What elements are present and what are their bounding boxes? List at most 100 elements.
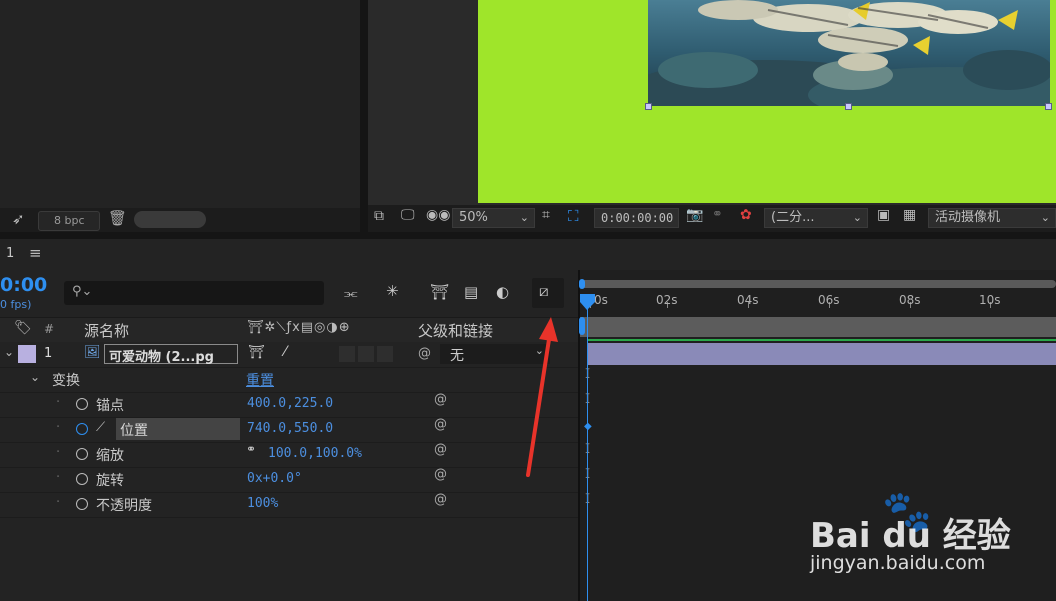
layer-row[interactable]: ⌄ 1 🖼 可爱动物 (2...pg ⛩ ⁄ @ 无 ⌄ xyxy=(0,342,578,368)
search-icon: ⚲⌄ xyxy=(72,284,93,299)
resolution-value: (二分... xyxy=(771,210,815,225)
zoom-select[interactable]: 50% ⌄ xyxy=(452,208,535,228)
property-row-anchor[interactable]: · 锚点 400.0,225.0 @ xyxy=(0,392,578,418)
layer-columns-header: 🏷 # 源名称 ⛩✲⟍ƒx▤◎◑⊕ 父级和链接 xyxy=(0,317,578,343)
property-row-position[interactable]: · ⟋ 位置 740.0,550.0 @ xyxy=(0,417,578,443)
flowchart-icon[interactable]: ➶ xyxy=(12,210,25,228)
quality-switch-icon[interactable]: ⁄ xyxy=(284,344,286,360)
label-tag-icon[interactable]: 🏷 xyxy=(14,320,32,336)
time-ruler[interactable]: 0s 02s 04s 06s 08s 10s xyxy=(580,288,1056,316)
show-snapshot-icon[interactable]: ⚭ xyxy=(712,207,723,222)
stopwatch-icon-active[interactable] xyxy=(76,423,88,435)
ruler-label: 02s xyxy=(656,293,678,307)
col-parent-link[interactable]: 父级和链接 xyxy=(418,320,493,341)
bpc-button[interactable]: 8 bpc xyxy=(38,211,100,231)
monitor-icon[interactable]: 🖵 xyxy=(401,207,415,223)
layer-color-label[interactable] xyxy=(18,345,36,363)
property-row-opacity[interactable]: · 不透明度 100% @ xyxy=(0,492,578,518)
col-source-name[interactable]: 源名称 xyxy=(84,320,129,341)
pickwhip-icon[interactable]: @ xyxy=(434,442,447,457)
property-name: 位置 xyxy=(120,423,148,439)
graph-editor-button[interactable]: ⧄ xyxy=(532,278,564,308)
property-name: 旋转 xyxy=(96,473,124,489)
layer-duration-bar[interactable] xyxy=(588,343,1056,365)
work-area-start[interactable] xyxy=(579,279,585,289)
always-preview-icon[interactable]: ⧉ xyxy=(374,208,384,224)
switch-box[interactable] xyxy=(377,346,393,362)
fast-preview-icon[interactable]: ▣ xyxy=(877,207,890,223)
resolution-select[interactable]: (二分... ⌄ xyxy=(764,208,868,228)
baidu-watermark: 🐾 Bai du 经验 jingyan.baidu.com xyxy=(810,488,1056,578)
property-value[interactable]: 100.0,100.0% xyxy=(268,446,362,461)
transform-reset-link[interactable]: 重置 xyxy=(246,370,274,390)
project-scrollbar[interactable] xyxy=(134,211,206,228)
parent-value: 无 xyxy=(450,348,464,364)
property-value[interactable]: 0x+0.0° xyxy=(247,471,302,486)
property-row-rotation[interactable]: · 旋转 0x+0.0° @ xyxy=(0,467,578,493)
mask-icon[interactable]: ◉◉ xyxy=(426,207,450,223)
region-of-interest-icon[interactable]: ⛶ xyxy=(568,207,579,225)
ruler-label: 10s xyxy=(979,293,1001,307)
color-channels-icon[interactable]: ✿ xyxy=(740,207,752,223)
shy-layers-icon[interactable]: ⛩ xyxy=(430,283,449,301)
current-time[interactable]: 0:00 xyxy=(0,274,47,296)
frame-blending-icon[interactable]: ▤ xyxy=(464,283,478,301)
viewer-timecode[interactable]: 0:00:00:00 xyxy=(594,208,679,228)
layer-index: 1 xyxy=(44,346,53,361)
grid-icon[interactable]: ⌗ xyxy=(542,207,550,223)
transform-handle-bm[interactable] xyxy=(845,103,852,110)
property-row-scale[interactable]: · 缩放 ⚭ 100.0,100.0% @ xyxy=(0,442,578,468)
comp-marker-bar xyxy=(580,317,1056,337)
chevron-down-icon: ⌄ xyxy=(852,211,862,224)
chevron-down-icon[interactable]: ⌄ xyxy=(4,345,14,359)
stopwatch-icon[interactable] xyxy=(76,473,88,485)
playhead-handle[interactable] xyxy=(579,293,596,311)
stopwatch-icon[interactable] xyxy=(76,398,88,410)
property-value[interactable]: 100% xyxy=(247,496,278,511)
stopwatch-icon[interactable] xyxy=(76,448,88,460)
playhead-line[interactable] xyxy=(587,300,588,601)
pickwhip-icon[interactable]: @ xyxy=(434,467,447,482)
layer-bar-top-line xyxy=(588,339,1056,341)
panel-divider xyxy=(360,0,368,236)
work-area-bar[interactable] xyxy=(580,280,1056,288)
motion-blur-icon[interactable]: ◐ xyxy=(496,283,509,301)
bullet: · xyxy=(56,495,61,510)
bullet: · xyxy=(56,420,61,435)
layer-search-input[interactable]: ⚲⌄ xyxy=(64,281,324,305)
pickwhip-icon[interactable]: @ xyxy=(434,492,447,507)
timeline-tab-title[interactable]: 1 xyxy=(6,246,14,261)
transform-handle-bl[interactable] xyxy=(645,103,652,110)
switch-box[interactable] xyxy=(358,346,374,362)
property-value[interactable]: 740.0,550.0 xyxy=(247,421,333,436)
snapshot-icon[interactable]: 📷 xyxy=(686,207,703,223)
image-file-icon: 🖼 xyxy=(84,345,101,360)
draft-3d-icon[interactable]: ✳ xyxy=(386,282,399,300)
layer-name-field[interactable]: 可爱动物 (2...pg xyxy=(104,344,238,365)
transparency-grid-icon[interactable]: ▦ xyxy=(903,207,916,223)
panel-menu-icon[interactable]: ≡ xyxy=(29,244,42,262)
composition-flowchart-icon[interactable]: ⫘ xyxy=(344,284,358,302)
time-nav-start[interactable] xyxy=(579,317,585,335)
constrain-link-icon[interactable]: ⚭ xyxy=(246,442,256,456)
col-number: # xyxy=(44,322,55,336)
camera-select[interactable]: 活动摄像机 ⌄ xyxy=(928,208,1056,228)
chevron-down-icon: ⌄ xyxy=(1040,211,1050,224)
trash-icon[interactable]: 🗑 xyxy=(108,209,127,227)
property-value[interactable]: 400.0,225.0 xyxy=(247,396,333,411)
shy-switch-icon[interactable]: ⛩ xyxy=(248,345,265,360)
ruler-label: 06s xyxy=(818,293,840,307)
pickwhip-icon[interactable]: @ xyxy=(434,392,447,407)
pickwhip-icon[interactable]: @ xyxy=(418,346,431,361)
switch-box[interactable] xyxy=(339,346,355,362)
bullet: · xyxy=(56,445,61,460)
graph-icon[interactable]: ⟋ xyxy=(96,420,105,435)
transform-handle-br[interactable] xyxy=(1045,103,1052,110)
transform-group-row[interactable]: ⌄ 变换 重置 xyxy=(0,367,578,393)
stopwatch-icon[interactable] xyxy=(76,498,88,510)
chevron-down-icon[interactable]: ⌄ xyxy=(30,370,40,384)
project-panel xyxy=(0,0,360,232)
fish-image-layer[interactable] xyxy=(648,0,1050,106)
pickwhip-icon[interactable]: @ xyxy=(434,417,447,432)
viewer-toolbar: ⧉ 🖵 ◉◉ 50% ⌄ ⌗ ⛶ 0:00:00:00 📷 ⚭ ✿ (二分...… xyxy=(368,205,1056,232)
